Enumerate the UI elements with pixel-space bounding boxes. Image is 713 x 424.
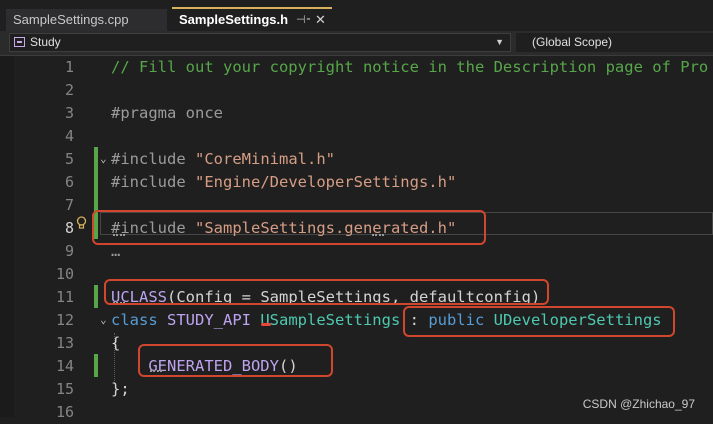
line-number: 12 (55, 311, 74, 329)
line-number: 4 (64, 127, 74, 145)
code-token: // Fill out your copyright notice in the… (111, 58, 709, 76)
code-line[interactable]: 14 GENERATED_BODY() (0, 355, 713, 378)
line-number: 16 (55, 403, 74, 421)
line-number: 1 (64, 58, 74, 76)
line-number: 3 (64, 104, 74, 122)
line-number: 8 (64, 219, 74, 237)
code-line[interactable]: 2 (0, 79, 713, 102)
code-line[interactable]: 3 #pragma once (0, 102, 713, 125)
document-tab-bar: SampleSettings.cpp SampleSettings.h ⊣⁃ ✕ (0, 0, 713, 31)
tab-label: SampleSettings.cpp (13, 12, 129, 27)
line-number: 15 (55, 380, 74, 398)
project-icon (14, 37, 25, 47)
code-token: class (111, 311, 167, 329)
code-token: STUDY_API (167, 311, 261, 329)
code-editor[interactable]: ⌄ ⌄ 1// Fill out your copyright notice i… (0, 56, 713, 421)
project-name: Study (30, 35, 61, 49)
scope-dropdown[interactable]: (Global Scope) (516, 33, 713, 52)
code-token: #include (111, 150, 195, 168)
code-line[interactable]: 5 #include "CoreMinimal.h" (0, 148, 713, 171)
line-number: 5 (64, 150, 74, 168)
tab-samplesettings-h[interactable]: SampleSettings.h ⊣⁃ ✕ (172, 7, 332, 31)
line-number: 7 (64, 196, 74, 214)
pin-icon[interactable]: ⊣⁃ (296, 9, 311, 31)
close-icon[interactable]: ✕ (315, 9, 326, 31)
code-line[interactable]: 1 // Fill out your copyright notice in th… (0, 56, 713, 79)
line-number: 6 (64, 173, 74, 191)
code-token: USampleSettings (260, 311, 401, 329)
watermark: CSDN @Zhichao_97 (582, 397, 695, 411)
line-number: 9 (64, 242, 74, 260)
project-dropdown[interactable]: Study ▼ (9, 33, 511, 52)
line-number: 2 (64, 81, 74, 99)
line-number: 14 (55, 357, 74, 375)
code-line[interactable]: 4 (0, 125, 713, 148)
line-number: 13 (55, 334, 74, 352)
chevron-down-icon: ▼ (495, 37, 504, 47)
annotation-box-parent-class (403, 306, 675, 337)
scope-label: (Global Scope) (532, 35, 613, 49)
annotation-box-generated-body (138, 344, 333, 377)
code-token: "Engine/DeveloperSettings.h" (195, 173, 457, 191)
annotation-box-uclass (104, 279, 549, 305)
code-text: #include "Engine/DeveloperSettings.h" (111, 171, 456, 194)
code-token: #include (111, 173, 195, 191)
code-text: #pragma once (111, 102, 223, 125)
code-token: #pragma once (111, 104, 223, 122)
code-text: { (111, 332, 120, 355)
code-token: { (111, 334, 121, 352)
code-text: }; (111, 378, 130, 401)
error-squiggle (261, 323, 271, 326)
line-number: 10 (55, 265, 74, 283)
tab-samplesettings-cpp[interactable]: SampleSettings.cpp (6, 9, 167, 31)
code-line[interactable]: 6 #include "Engine/DeveloperSettings.h" (0, 171, 713, 194)
tab-label: SampleSettings.h (179, 12, 289, 27)
code-token: "CoreMinimal.h" (195, 150, 335, 168)
line-number: 11 (55, 288, 74, 306)
navigation-bar: Study ▼ (Global Scope) (0, 31, 713, 56)
code-text: // Fill out your copyright notice in the… (111, 56, 708, 79)
code-text: #include "CoreMinimal.h" (111, 148, 335, 171)
code-token: }; (111, 380, 130, 398)
annotation-box-generated-include (92, 210, 486, 245)
